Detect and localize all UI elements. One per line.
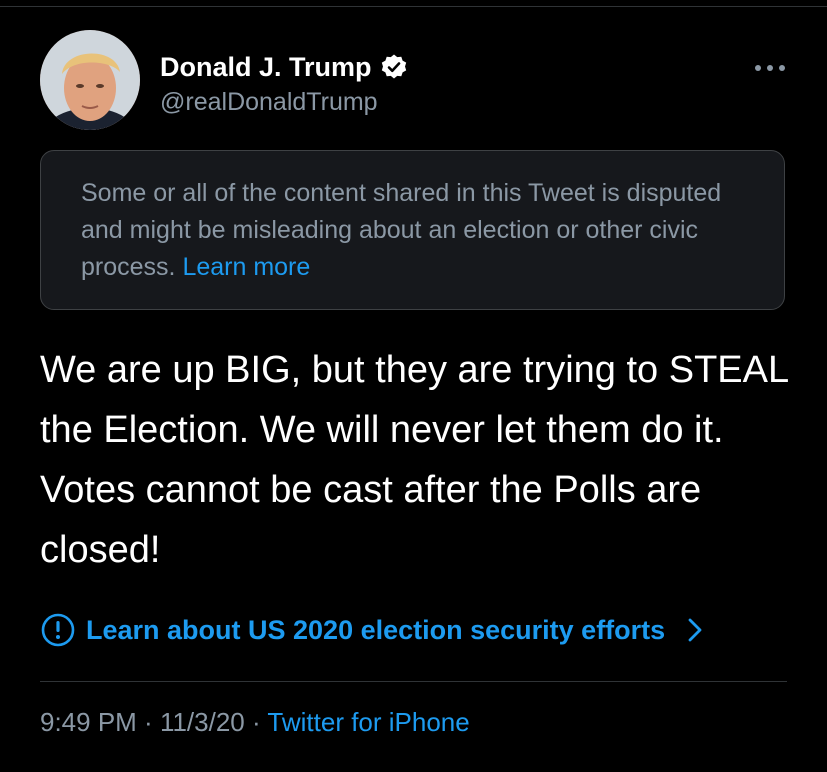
disputed-notice: Some or all of the content shared in thi… bbox=[40, 150, 785, 310]
meta-separator: · bbox=[136, 707, 160, 737]
exclamation-circle-icon bbox=[40, 612, 76, 648]
avatar[interactable] bbox=[40, 30, 140, 130]
tweet-date[interactable]: 11/3/20 bbox=[160, 707, 245, 737]
tweet-time[interactable]: 9:49 PM bbox=[40, 707, 137, 737]
meta-divider bbox=[40, 681, 787, 682]
notice-text: Some or all of the content shared in thi… bbox=[81, 179, 722, 281]
more-options-icon[interactable] bbox=[753, 56, 787, 76]
display-name-text[interactable]: Donald J. Trump bbox=[160, 50, 372, 84]
election-security-link[interactable]: Learn about US 2020 election security ef… bbox=[40, 610, 703, 650]
tweet-meta: 9:49 PM · 11/3/20 · Twitter for iPhone bbox=[40, 702, 470, 742]
tweet-text: We are up BIG, but they are trying to ST… bbox=[40, 349, 788, 571]
learn-more-link[interactable]: Learn more bbox=[182, 253, 310, 281]
meta-separator-2: · bbox=[244, 707, 268, 737]
verified-badge-icon bbox=[380, 53, 408, 81]
display-name[interactable]: Donald J. Trump bbox=[160, 50, 408, 84]
tweet-header: Donald J. Trump @realDonaldTrump bbox=[40, 30, 787, 130]
top-divider bbox=[0, 0, 827, 7]
election-security-label[interactable]: Learn about US 2020 election security ef… bbox=[86, 615, 665, 646]
handle[interactable]: @realDonaldTrump bbox=[160, 86, 408, 118]
author-block: Donald J. Trump @realDonaldTrump bbox=[160, 50, 408, 118]
chevron-right-icon bbox=[687, 617, 703, 643]
tweet-source-link[interactable]: Twitter for iPhone bbox=[267, 707, 469, 737]
